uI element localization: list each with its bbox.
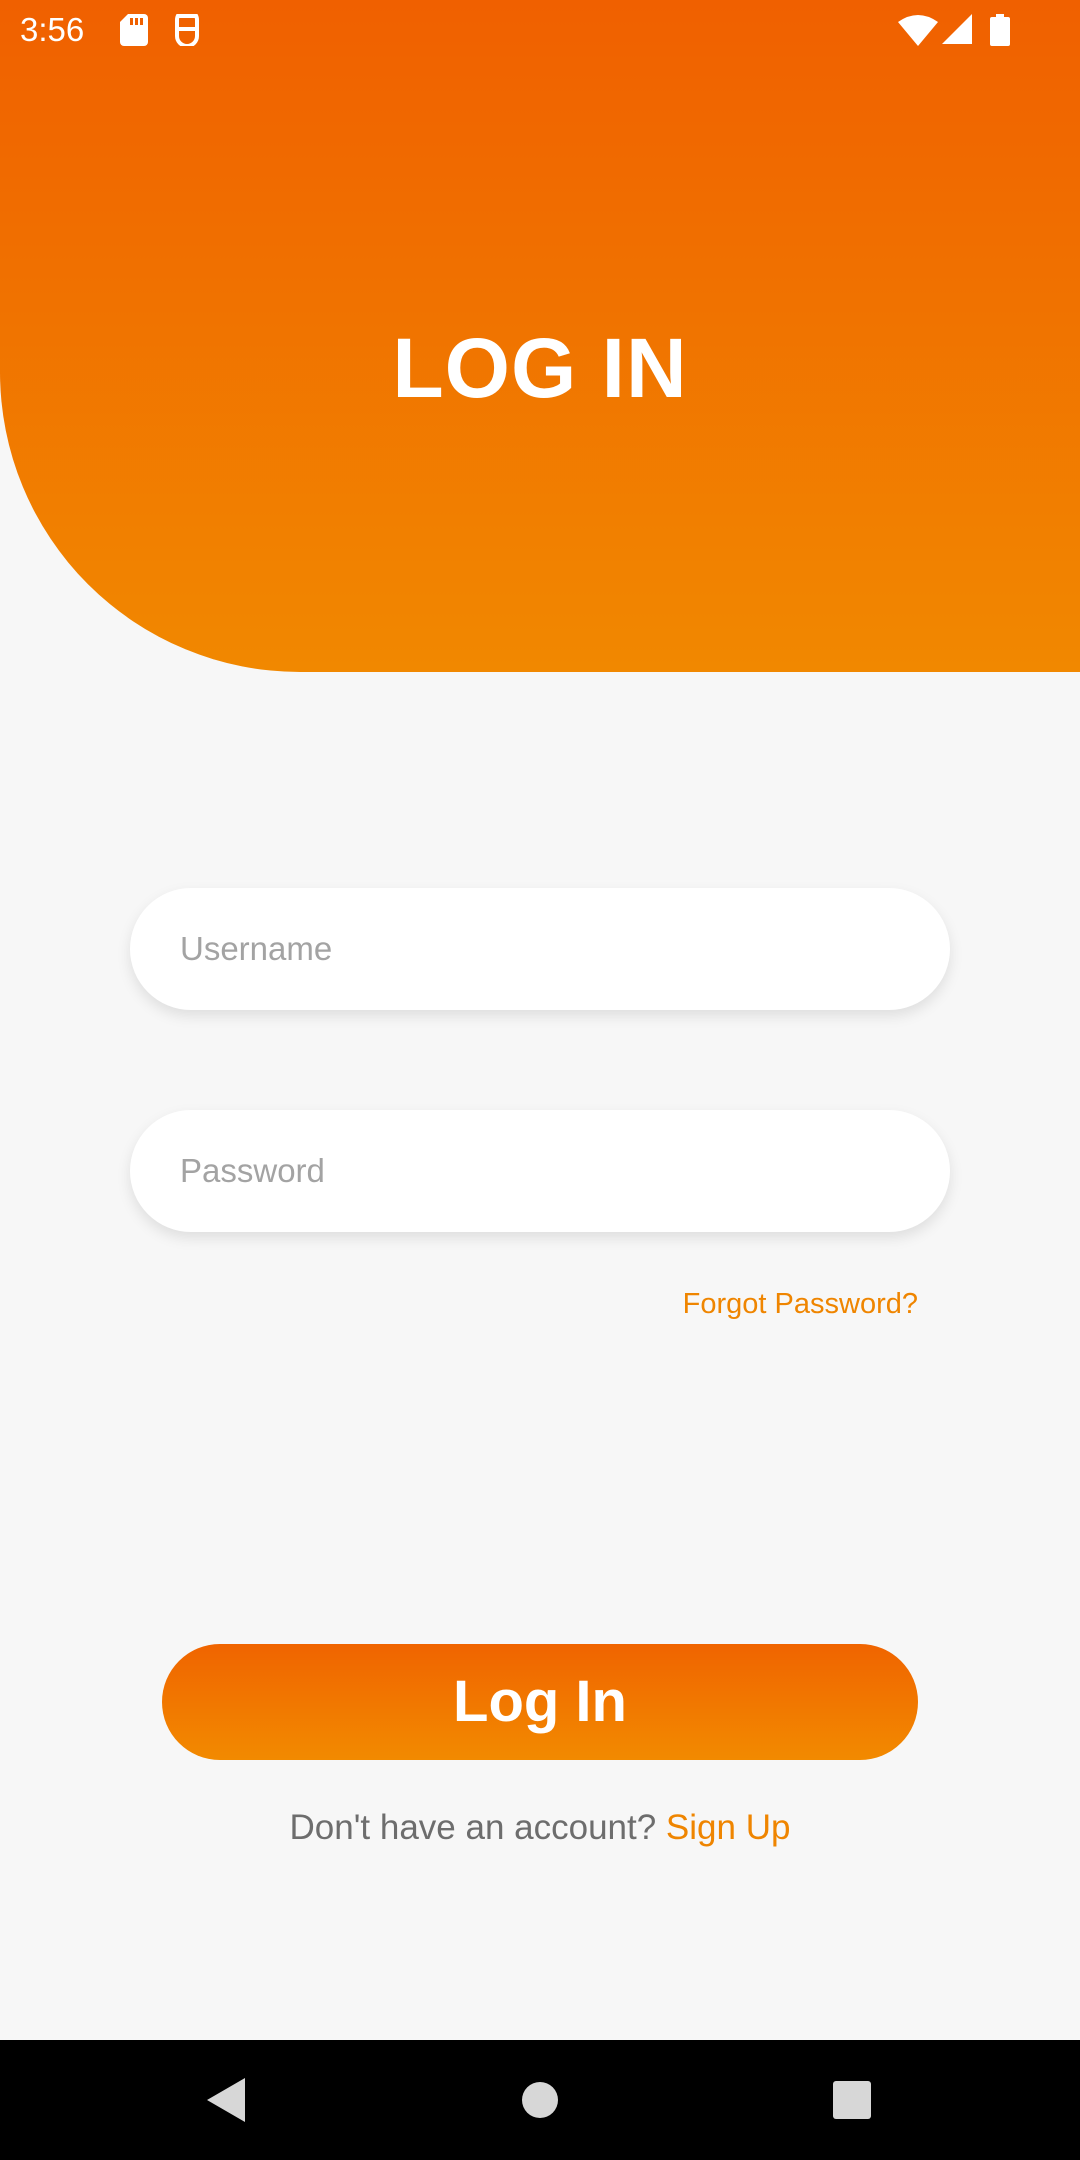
page-title: LOG IN xyxy=(392,321,688,415)
status-bar: 3:56 xyxy=(0,0,1080,60)
password-input[interactable] xyxy=(130,1110,950,1232)
username-input[interactable] xyxy=(130,888,950,1010)
recorder-icon xyxy=(175,14,199,46)
login-button[interactable]: Log In xyxy=(162,1644,918,1760)
status-time: 3:56 xyxy=(20,11,85,48)
wifi-icon xyxy=(898,15,938,46)
recents-icon xyxy=(833,2081,871,2119)
navigation-bar xyxy=(0,2040,1080,2160)
password-field-container xyxy=(130,1110,950,1232)
signup-prompt: Don't have an account? xyxy=(289,1808,666,1847)
back-icon xyxy=(207,2078,245,2122)
login-screen: LOG IN 3:56 Forgot Password? Lo xyxy=(0,0,1080,2160)
back-button[interactable] xyxy=(186,2060,266,2140)
home-icon xyxy=(522,2082,558,2118)
sd-card-icon xyxy=(120,14,148,46)
username-field-container xyxy=(130,888,950,1010)
home-button[interactable] xyxy=(500,2060,580,2140)
header-banner: LOG IN xyxy=(0,0,1080,672)
signup-row: Don't have an account? Sign Up xyxy=(0,1805,1080,1851)
signal-icon xyxy=(942,14,972,44)
signup-link[interactable]: Sign Up xyxy=(666,1808,791,1847)
forgot-password-link[interactable]: Forgot Password? xyxy=(683,1284,918,1324)
recents-button[interactable] xyxy=(812,2060,892,2140)
battery-icon xyxy=(990,14,1010,46)
